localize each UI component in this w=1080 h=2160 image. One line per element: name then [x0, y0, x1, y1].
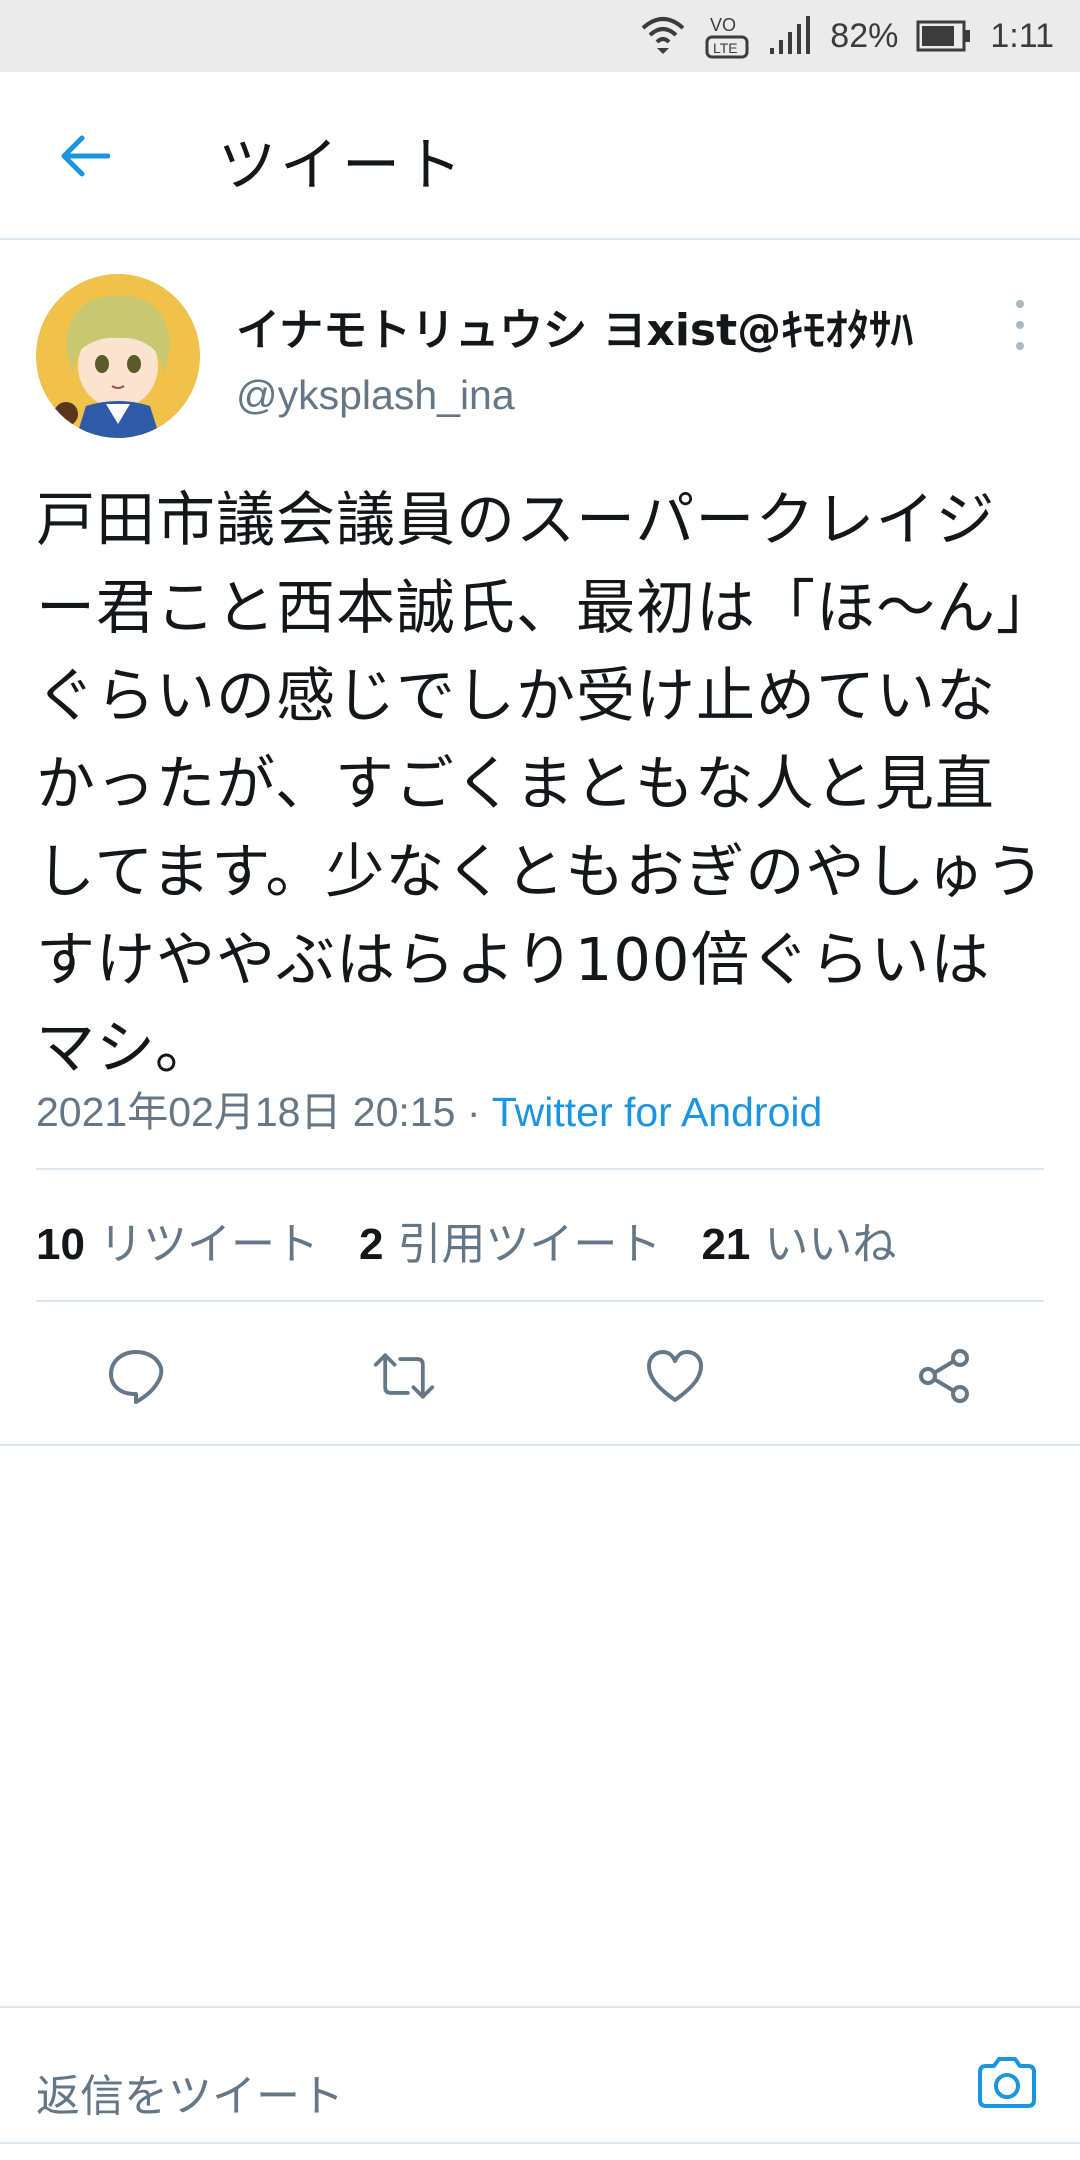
bottom-divider [0, 2142, 1080, 2144]
like-icon [647, 1350, 703, 1402]
avatar[interactable] [36, 274, 200, 438]
quotes-label: 引用ツイート [397, 1219, 662, 1270]
page-title: ツイート [218, 131, 467, 199]
retweet-icon [373, 1353, 435, 1399]
tweet-source-link[interactable]: Twitter for Android [492, 1089, 822, 1135]
share-icon [919, 1349, 969, 1403]
more-dot [1016, 342, 1024, 350]
app-header: ツイート [0, 72, 1080, 240]
tweet-stats: 10 リツイート 2 引用ツイート 21 いいね [36, 1208, 896, 1272]
tweet-text: 戸田市議会議員のスーパークレイジー君こと西本誠氏、最初は「ほ〜ん」ぐらいの感じで… [36, 485, 1046, 1082]
reply-bar-divider [0, 2006, 1080, 2008]
divider [0, 1444, 1080, 1446]
retweets-stat[interactable]: 10 リツイート [36, 1208, 319, 1272]
quotes-count: 2 [358, 1220, 384, 1269]
author-name[interactable]: イナモトリュウシ ヨxist@ｷﾓｵﾀｻﾊ [236, 294, 913, 358]
battery-percent: 82% [830, 16, 899, 55]
camera-icon [978, 2057, 1036, 2108]
retweets-label: リツイート [98, 1219, 319, 1270]
arrow-left-icon [61, 135, 110, 177]
divider [36, 1168, 1044, 1170]
clock: 1:11 [990, 16, 1054, 55]
wifi-icon [641, 17, 685, 54]
signal-icon [770, 16, 811, 54]
likes-count: 21 [701, 1220, 751, 1269]
share-button[interactable] [912, 1344, 976, 1408]
back-button[interactable] [52, 124, 116, 188]
avatar-image [36, 274, 200, 438]
svg-text:VO: VO [710, 15, 736, 35]
more-options-button[interactable] [1000, 300, 1040, 350]
status-bar: VO LTE 82% 1:11 [0, 0, 1080, 72]
meta-separator: · [455, 1089, 492, 1135]
more-dot [1016, 321, 1024, 329]
camera-button[interactable] [974, 2050, 1040, 2116]
battery-icon [916, 20, 971, 52]
author-handle[interactable]: @yksplash_ina [236, 372, 515, 419]
quotes-stat[interactable]: 2 引用ツイート [359, 1208, 661, 1272]
more-dots-icon [1016, 300, 1024, 308]
svg-text:LTE: LTE [713, 40, 738, 56]
tweet-timestamp: 2021年02月18日 20:15 [36, 1089, 456, 1135]
reply-input[interactable]: 返信をツイート [36, 2060, 344, 2124]
tweet-meta: 2021年02月18日 20:15 · Twitter for Android [36, 1078, 822, 1138]
likes-stat[interactable]: 21 いいね [701, 1208, 896, 1272]
reply-button[interactable] [104, 1344, 168, 1408]
volte-icon: VO LTE [705, 15, 749, 59]
retweet-button[interactable] [372, 1344, 436, 1408]
like-button[interactable] [643, 1344, 707, 1408]
likes-label: いいね [764, 1219, 897, 1270]
divider [36, 1300, 1044, 1302]
retweets-count: 10 [36, 1220, 85, 1269]
reply-icon [109, 1350, 164, 1404]
